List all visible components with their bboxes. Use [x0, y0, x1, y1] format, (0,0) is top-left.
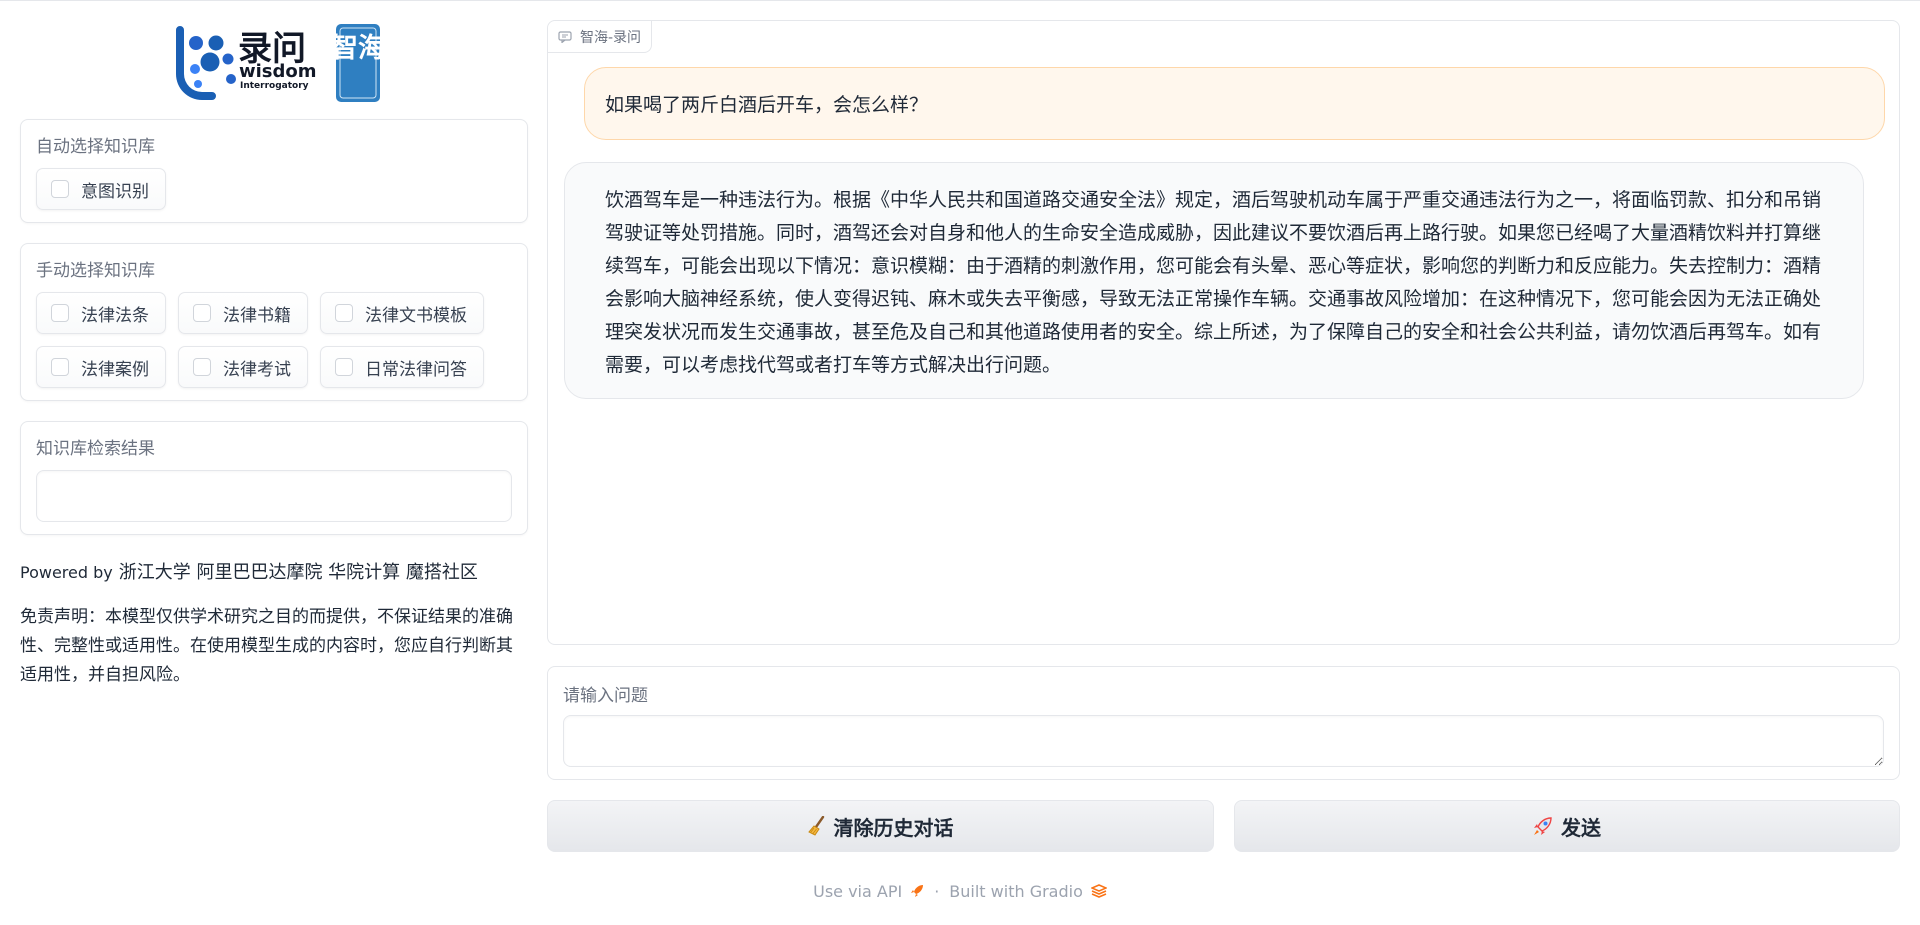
bot-message: 饮酒驾车是一种违法行为。根据《中华人民共和国道路交通安全法》规定，酒后驾驶机动车…: [564, 162, 1864, 399]
wisdom-interrogatory-logo: 录问 wisdom Interrogatory 智海: [168, 24, 404, 102]
top-divider: [0, 0, 1920, 1]
built-with-gradio-link[interactable]: Built with Gradio: [949, 882, 1107, 901]
kb-result-label: 知识库检索结果: [36, 439, 155, 459]
svg-text:智海: 智海: [331, 33, 385, 64]
chatbot-label: 智海-录问: [548, 21, 653, 53]
send-button[interactable]: 发送: [1234, 800, 1900, 852]
api-rocket-icon: [911, 885, 924, 897]
user-message: 如果喝了两斤白酒后开车，会怎么样？: [584, 67, 1885, 140]
powered-by-orgs: 浙江大学 阿里巴巴达摩院 华院计算 魔搭社区: [118, 562, 478, 583]
intent-recognition-checkbox[interactable]: 意图识别: [36, 168, 166, 210]
checkbox-box[interactable]: [51, 358, 69, 376]
use-via-api-text: Use via API: [813, 881, 903, 901]
checkbox-box[interactable]: [193, 358, 211, 376]
checkbox-label: 法律书籍: [223, 305, 291, 326]
question-label: 请输入问题: [563, 686, 648, 706]
gradio-logo-icon: [1090, 884, 1107, 898]
chatbot-panel: 智海-录问 如果喝了两斤白酒后开车，会怎么样？ 饮酒驾车是一种违法行为。根据《中…: [547, 20, 1900, 645]
kb-law-exam-checkbox[interactable]: 法律考试: [178, 346, 308, 388]
send-label: 发送: [1561, 815, 1601, 840]
kb-legal-templates-checkbox[interactable]: 法律文书模板: [320, 292, 484, 334]
kb-result-textbox[interactable]: [36, 470, 512, 522]
broom-icon: [807, 816, 824, 836]
footer-separator: ·: [934, 881, 940, 901]
manual-kb-panel: 手动选择知识库 法律法条 法律书籍 法律文书模板 法律案例 法律考试 日常法律问…: [20, 243, 528, 401]
question-panel: 请输入问题: [547, 666, 1900, 780]
footer: Use via API · Built with Gradio: [0, 880, 1920, 902]
chatbot-label-text: 智海-录问: [580, 29, 642, 46]
kb-result-panel: 知识库检索结果: [20, 421, 528, 535]
checkbox-label: 日常法律问答: [365, 359, 467, 380]
clear-history-button[interactable]: 清除历史对话: [547, 800, 1214, 852]
svg-text:Interrogatory: Interrogatory: [240, 81, 309, 91]
auto-kb-panel: 自动选择知识库 意图识别: [20, 119, 528, 223]
built-with-gradio-text: Built with Gradio: [949, 881, 1083, 901]
checkbox-label: 意图识别: [81, 181, 149, 202]
checkbox-label: 法律法条: [81, 305, 149, 326]
kb-legal-cases-checkbox[interactable]: 法律案例: [36, 346, 166, 388]
kb-daily-qa-checkbox[interactable]: 日常法律问答: [320, 346, 484, 388]
manual-kb-label: 手动选择知识库: [36, 261, 155, 281]
chat-bubble-icon: [558, 30, 572, 43]
powered-by-prefix: Powered by: [20, 563, 113, 582]
use-via-api-link[interactable]: Use via API: [813, 882, 924, 901]
checkbox-box[interactable]: [335, 304, 353, 322]
checkbox-box[interactable]: [51, 180, 69, 198]
clear-history-label: 清除历史对话: [833, 815, 954, 840]
svg-text:wisdom: wisdom: [239, 61, 317, 82]
powered-by: Powered by 浙江大学 阿里巴巴达摩院 华院计算 魔搭社区: [20, 558, 478, 584]
checkbox-label: 法律文书模板: [365, 305, 467, 326]
question-input[interactable]: [563, 715, 1884, 767]
kb-law-articles-checkbox[interactable]: 法律法条: [36, 292, 166, 334]
kb-law-books-checkbox[interactable]: 法律书籍: [178, 292, 308, 334]
checkbox-box[interactable]: [335, 358, 353, 376]
checkbox-box[interactable]: [51, 304, 69, 322]
checkbox-label: 法律考试: [223, 359, 291, 380]
logo-graphic: 录问 wisdom Interrogatory 智海: [176, 24, 385, 102]
checkbox-label: 法律案例: [81, 359, 149, 380]
rocket-icon: [1534, 817, 1552, 835]
checkbox-box[interactable]: [193, 304, 211, 322]
disclaimer-text: 免责声明：本模型仅供学术研究之目的而提供，不保证结果的准确性、完整性或适用性。在…: [20, 607, 513, 685]
auto-kb-label: 自动选择知识库: [36, 137, 155, 157]
